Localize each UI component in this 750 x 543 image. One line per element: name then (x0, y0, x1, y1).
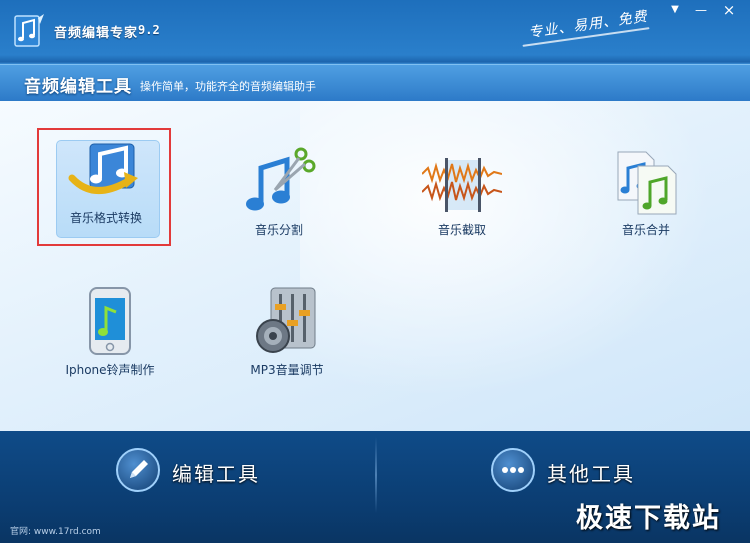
volume-mixer-icon (256, 287, 316, 353)
tool-music-merge[interactable]: 音乐合并 (591, 140, 701, 242)
pencil-icon (116, 448, 160, 492)
tool-music-split[interactable]: 音乐分割 (224, 140, 334, 242)
tool-label: 音乐分割 (254, 223, 303, 237)
tool-label: 音乐截取 (437, 223, 486, 237)
edit-tools-button[interactable]: 编辑工具 (116, 445, 376, 505)
music-merge-icon (617, 151, 677, 215)
tools-panel: 音乐格式转换 音乐分割 音乐截取 音乐合并 Iphone铃声制作 MP3音量调节 (0, 101, 750, 431)
app-version: 9.2 (138, 23, 160, 37)
minimize-button[interactable]: — (690, 2, 712, 18)
music-scissors-icon (246, 147, 316, 211)
tool-label: Iphone铃声制作 (65, 363, 155, 377)
more-dots-icon (491, 448, 535, 492)
waveform-cut-icon (422, 158, 502, 212)
tool-label: 音乐合并 (621, 223, 670, 237)
app-window: 音频编辑专家 9.2 专业、易用、免费 ▼ — × 音频编辑工具 操作简单，功能… (0, 0, 750, 543)
tool-music-cut[interactable]: 音乐截取 (407, 140, 517, 242)
official-site-link[interactable]: 官网: www.17rd.com (10, 524, 101, 537)
edit-tools-label: 编辑工具 (172, 462, 260, 486)
title-bar: 音频编辑专家 9.2 专业、易用、免费 ▼ — × (0, 0, 750, 64)
close-button[interactable]: × (718, 2, 740, 18)
section-header: 音频编辑工具 操作简单，功能齐全的音频编辑助手 (0, 64, 750, 101)
app-logo-icon (14, 14, 44, 47)
section-subtitle: 操作简单，功能齐全的音频编辑助手 (140, 80, 316, 93)
other-tools-label: 其他工具 (547, 462, 635, 486)
music-convert-icon (68, 143, 138, 194)
tool-label: MP3音量调节 (250, 363, 324, 377)
watermark: 极速下载站 (576, 503, 721, 534)
section-title: 音频编辑工具 (24, 77, 132, 97)
app-title: 音频编辑专家 (54, 26, 139, 41)
tool-iphone-ringtone[interactable]: Iphone铃声制作 (55, 280, 165, 382)
tool-mp3-volume[interactable]: MP3音量调节 (232, 280, 342, 382)
bottom-divider (375, 437, 377, 513)
phone-ringtone-icon (89, 287, 131, 355)
skin-menu-button[interactable]: ▼ (664, 2, 686, 18)
tool-label: 音乐格式转换 (69, 211, 142, 225)
tool-music-convert[interactable]: 音乐格式转换 (37, 128, 171, 246)
